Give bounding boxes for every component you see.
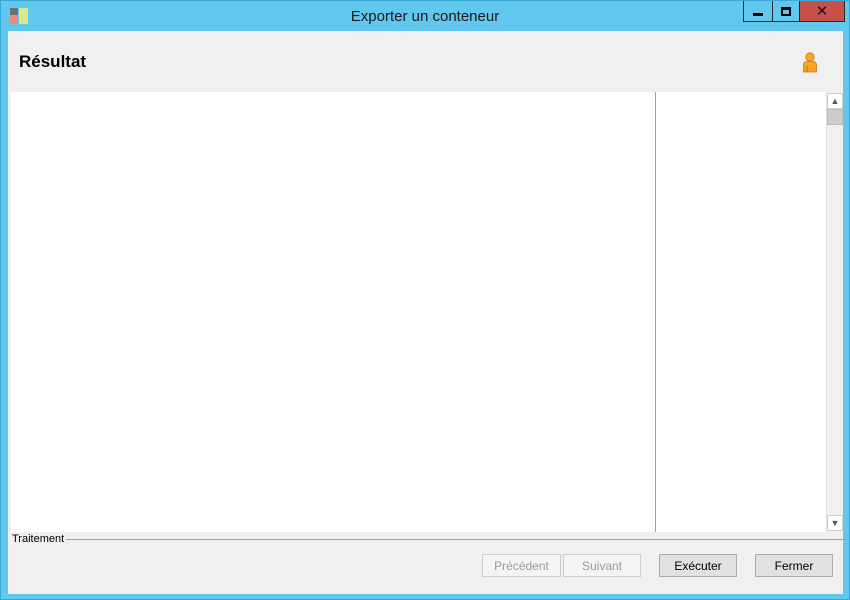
previous-button[interactable]: Précédent — [482, 554, 561, 577]
dialog-client-area: Résultat ▲ ▼ Traitement Précédent Suivan… — [8, 31, 843, 594]
page-title: Résultat — [19, 52, 87, 71]
close-button[interactable]: Fermer — [755, 554, 833, 577]
minimize-icon — [753, 12, 763, 16]
user-icon — [803, 52, 817, 73]
close-window-button[interactable]: ✕ — [799, 1, 845, 22]
scroll-up-icon[interactable]: ▲ — [827, 93, 843, 109]
execute-button[interactable]: Exécuter — [659, 554, 737, 577]
scroll-down-icon[interactable]: ▼ — [827, 515, 843, 531]
next-button[interactable]: Suivant — [563, 554, 641, 577]
processing-group-label: Traitement — [12, 533, 67, 545]
vertical-scrollbar[interactable]: ▲ ▼ — [826, 92, 843, 532]
group-separator — [65, 539, 843, 540]
window-title: Exporter un conteneur — [350, 8, 500, 25]
minimize-button[interactable] — [743, 1, 773, 22]
maximize-button[interactable] — [772, 1, 800, 22]
dialog-window: Exporter un conteneur ✕ Résultat ▲ ▼ Tra… — [0, 0, 850, 600]
maximize-icon — [781, 6, 791, 16]
title-bar[interactable]: Exporter un conteneur ✕ — [1, 1, 849, 31]
close-icon: ✕ — [815, 2, 829, 20]
result-side-pane[interactable] — [656, 92, 826, 532]
scroll-thumb[interactable] — [827, 109, 843, 125]
wizard-header: Résultat — [8, 31, 843, 91]
result-panel: ▲ ▼ — [11, 92, 843, 532]
result-main-pane[interactable] — [11, 92, 655, 532]
